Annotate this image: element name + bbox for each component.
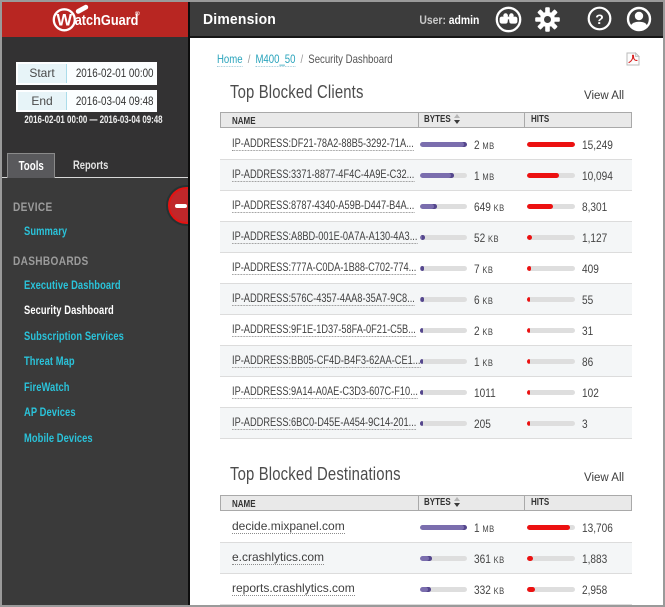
svg-text:?: ? bbox=[595, 11, 604, 27]
svg-text:®: ® bbox=[135, 10, 140, 18]
svg-text:atchGuard: atchGuard bbox=[75, 12, 139, 28]
svg-text:W: W bbox=[57, 12, 73, 30]
